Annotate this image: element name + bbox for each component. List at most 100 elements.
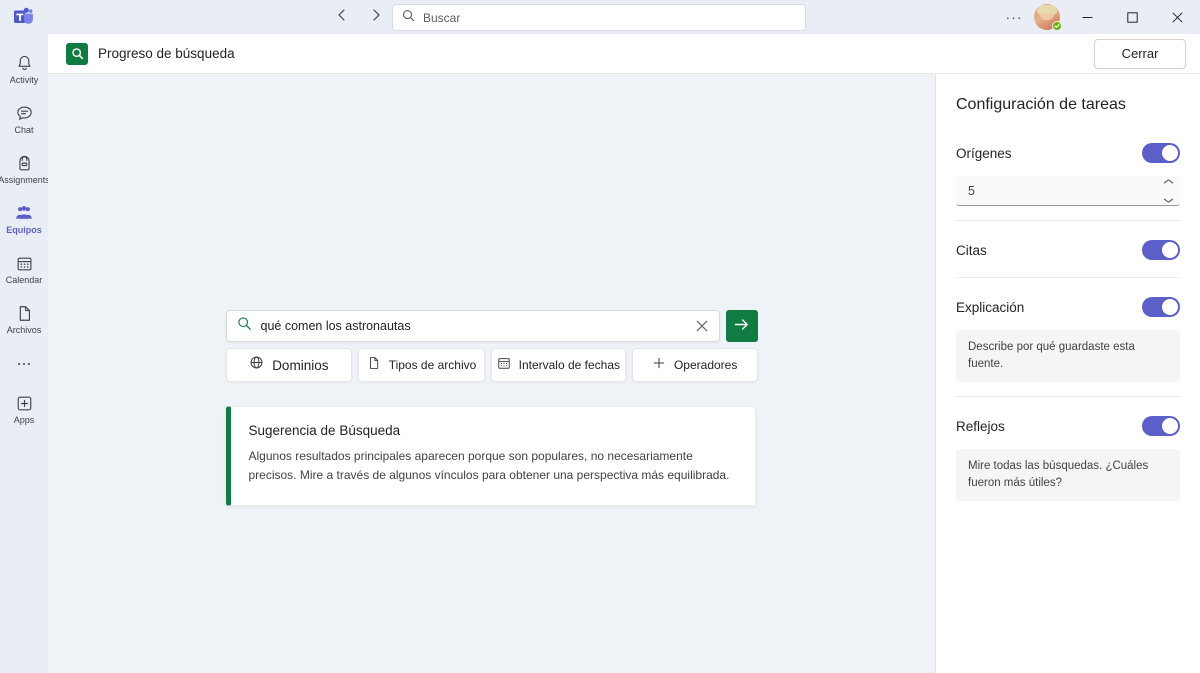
people-icon bbox=[14, 203, 34, 223]
global-search[interactable]: Buscar bbox=[392, 4, 806, 31]
sidebar-item-chat[interactable]: Chat bbox=[0, 94, 48, 144]
toggle-knob bbox=[1162, 418, 1178, 434]
origenes-value: 5 bbox=[968, 183, 975, 198]
setting-reflejos: Reflejos Mire todas las búsquedas. ¿Cuál… bbox=[956, 396, 1180, 515]
chevron-up-icon[interactable] bbox=[1163, 172, 1174, 190]
chevron-left-icon bbox=[335, 8, 349, 27]
window-controls: ··· bbox=[999, 0, 1200, 34]
global-search-box[interactable]: Buscar bbox=[392, 4, 806, 31]
sidebar-item-label: Assignments bbox=[0, 175, 50, 185]
chip-label: Intervalo de fechas bbox=[518, 358, 621, 372]
chip-label: Dominios bbox=[272, 357, 329, 373]
tip-title: Sugerencia de Búsqueda bbox=[248, 423, 401, 438]
toggle-citas[interactable] bbox=[1142, 240, 1180, 260]
file-icon bbox=[15, 303, 34, 323]
content-area: qué comen los astronautas Dominios Tipos… bbox=[48, 74, 1200, 673]
main-column: Progreso de búsqueda Cerrar qué comen lo… bbox=[48, 34, 1200, 673]
calendar-icon bbox=[15, 253, 34, 273]
chip-label: Operadores bbox=[673, 358, 738, 372]
toggle-origenes[interactable] bbox=[1142, 143, 1180, 163]
chip-operadores[interactable]: Operadores bbox=[631, 348, 758, 382]
setting-label: Reflejos bbox=[956, 418, 1005, 434]
forward-button[interactable] bbox=[362, 3, 390, 31]
query-row: qué comen los astronautas bbox=[225, 310, 758, 342]
toggle-knob bbox=[1162, 299, 1178, 315]
chip-intervalo-de-fechas[interactable]: Intervalo de fechas bbox=[490, 348, 626, 382]
sidebar-item-label: Chat bbox=[14, 125, 34, 135]
toggle-knob bbox=[1162, 145, 1178, 161]
document-icon bbox=[367, 356, 381, 375]
submit-search-button[interactable] bbox=[725, 310, 758, 342]
chip-label: Tipos de archivo bbox=[388, 358, 477, 372]
presence-available-icon bbox=[1052, 21, 1062, 31]
arrow-right-icon bbox=[733, 316, 750, 336]
chevron-down-icon[interactable] bbox=[1163, 191, 1174, 209]
setting-row: Reflejos bbox=[956, 413, 1180, 439]
sidebar-item-assignments[interactable]: Assignments bbox=[0, 144, 50, 194]
setting-row: Orígenes bbox=[956, 140, 1180, 166]
sidebar-item-equipos[interactable]: Equipos bbox=[0, 194, 48, 244]
sidebar-item-label: Equipos bbox=[6, 225, 42, 235]
maximize-button[interactable] bbox=[1110, 0, 1155, 34]
more-horizontal-icon bbox=[15, 354, 33, 374]
left-rail: Activity Chat Assignments Equipos Calend… bbox=[0, 34, 50, 673]
plus-square-icon bbox=[15, 393, 34, 413]
window-body: Activity Chat Assignments Equipos Calend… bbox=[0, 34, 1200, 673]
setting-row: Citas bbox=[956, 237, 1180, 263]
clear-search-icon[interactable] bbox=[693, 317, 711, 335]
globe-icon bbox=[249, 355, 264, 375]
toggle-explicacion[interactable] bbox=[1142, 297, 1180, 317]
setting-label: Citas bbox=[956, 242, 987, 258]
setting-row: Explicación bbox=[956, 294, 1180, 320]
avatar[interactable] bbox=[1029, 0, 1065, 34]
toggle-knob bbox=[1162, 242, 1178, 258]
cerrar-button[interactable]: Cerrar bbox=[1094, 38, 1186, 69]
sidebar-item-calendar[interactable]: Calendar bbox=[0, 244, 48, 294]
backpack-icon bbox=[15, 153, 34, 173]
chip-tipos-de-archivo[interactable]: Tipos de archivo bbox=[358, 348, 485, 382]
calendar-icon bbox=[497, 356, 511, 375]
setting-explicacion: Explicación Describe por qué guardaste e… bbox=[956, 277, 1180, 396]
bell-icon bbox=[15, 53, 34, 73]
sidebar-item-apps[interactable]: Apps bbox=[0, 384, 48, 434]
task-settings-panel: Configuración de tareas Orígenes 5 Citas… bbox=[936, 74, 1200, 673]
chip-dominios[interactable]: Dominios bbox=[225, 348, 353, 382]
explicacion-hint: Describe por qué guardaste esta fuente. bbox=[956, 330, 1180, 382]
setting-label: Explicación bbox=[956, 299, 1025, 315]
title-bar: Buscar ··· bbox=[0, 0, 1200, 34]
search-icon bbox=[402, 9, 415, 27]
sidebar-item-archivos[interactable]: Archivos bbox=[0, 294, 48, 344]
page-title: Progreso de búsqueda bbox=[98, 46, 235, 61]
nav-arrows bbox=[328, 0, 390, 34]
tip-body: Algunos resultados principales aparecen … bbox=[248, 449, 730, 482]
more-options-button[interactable]: ··· bbox=[999, 3, 1029, 31]
app-header: Progreso de búsqueda Cerrar bbox=[48, 34, 1200, 74]
panel-title: Configuración de tareas bbox=[956, 96, 1126, 113]
sidebar-more-button[interactable] bbox=[0, 344, 48, 384]
green-search-app-icon bbox=[66, 42, 88, 65]
back-button[interactable] bbox=[328, 3, 356, 31]
stepper-arrows[interactable] bbox=[1163, 172, 1174, 209]
sidebar-item-label: Activity bbox=[9, 75, 39, 85]
app-logo bbox=[0, 0, 48, 34]
search-input-value: qué comen los astronautas bbox=[260, 319, 411, 333]
search-icon bbox=[237, 316, 252, 336]
plus-icon bbox=[652, 356, 666, 375]
microsoft-teams-logo bbox=[13, 7, 35, 27]
setting-label: Orígenes bbox=[956, 145, 1012, 161]
search-tip-card: Sugerencia de Búsqueda Algunos resultado… bbox=[225, 406, 756, 506]
search-stack: qué comen los astronautas Dominios Tipos… bbox=[225, 310, 758, 506]
chat-icon bbox=[15, 103, 34, 123]
close-window-button[interactable] bbox=[1155, 0, 1200, 34]
teams-window: Buscar ··· Activity Chat Assignments Equ… bbox=[0, 0, 1200, 673]
filter-chips: Dominios Tipos de archivo Intervalo de f… bbox=[225, 348, 758, 382]
search-canvas: qué comen los astronautas Dominios Tipos… bbox=[48, 74, 936, 673]
sidebar-item-label: Apps bbox=[13, 415, 35, 425]
sidebar-item-activity[interactable]: Activity bbox=[0, 44, 48, 94]
minimize-button[interactable] bbox=[1065, 0, 1110, 34]
toggle-reflejos[interactable] bbox=[1142, 416, 1180, 436]
search-input[interactable]: qué comen los astronautas bbox=[225, 310, 720, 342]
chevron-right-icon bbox=[369, 8, 383, 27]
origenes-stepper[interactable]: 5 bbox=[956, 176, 1180, 206]
setting-citas: Citas bbox=[956, 220, 1180, 277]
